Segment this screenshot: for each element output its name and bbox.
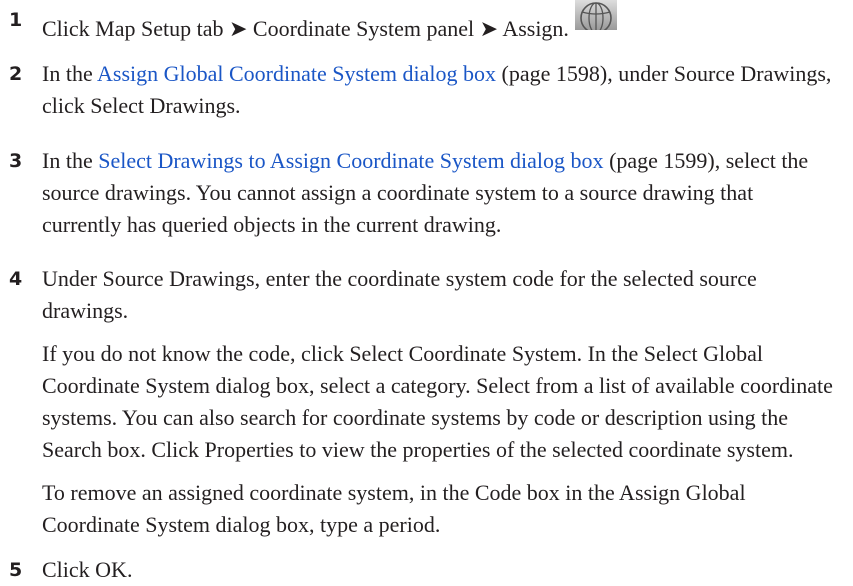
step-number: 2 — [9, 63, 23, 85]
assign-dialog-link[interactable]: Assign Global Coordinate System dialog b… — [97, 61, 496, 86]
step-body: In the Assign Global Coordinate System d… — [42, 58, 837, 122]
step-number: 1 — [9, 9, 23, 31]
step-number: 5 — [9, 559, 23, 581]
procedure-page: 1 Click Map Setup tab ➤ Coordinate Syste… — [0, 0, 853, 586]
step-text: Click OK. — [42, 557, 133, 582]
select-drawings-dialog-link[interactable]: Select Drawings to Assign Coordinate Sys… — [98, 148, 603, 173]
step-text: In the — [42, 61, 97, 86]
step-body: Click Map Setup tab ➤ Coordinate System … — [42, 0, 837, 45]
step-text: In the — [42, 148, 99, 173]
step-paragraph: Under Source Drawings, enter the coordin… — [42, 266, 757, 323]
step-text: Click Map Setup tab ➤ Coordinate System … — [42, 16, 569, 41]
step-number: 4 — [9, 268, 23, 290]
step-body: Under Source Drawings, enter the coordin… — [42, 263, 837, 541]
step-body: Click OK. — [42, 554, 837, 586]
step-paragraph: To remove an assigned coordinate system,… — [42, 480, 746, 537]
globe-icon[interactable] — [574, 0, 617, 34]
step-number: 3 — [9, 150, 23, 172]
step-body: In the Select Drawings to Assign Coordin… — [42, 145, 837, 241]
step-paragraph: If you do not know the code, click Selec… — [42, 341, 833, 462]
